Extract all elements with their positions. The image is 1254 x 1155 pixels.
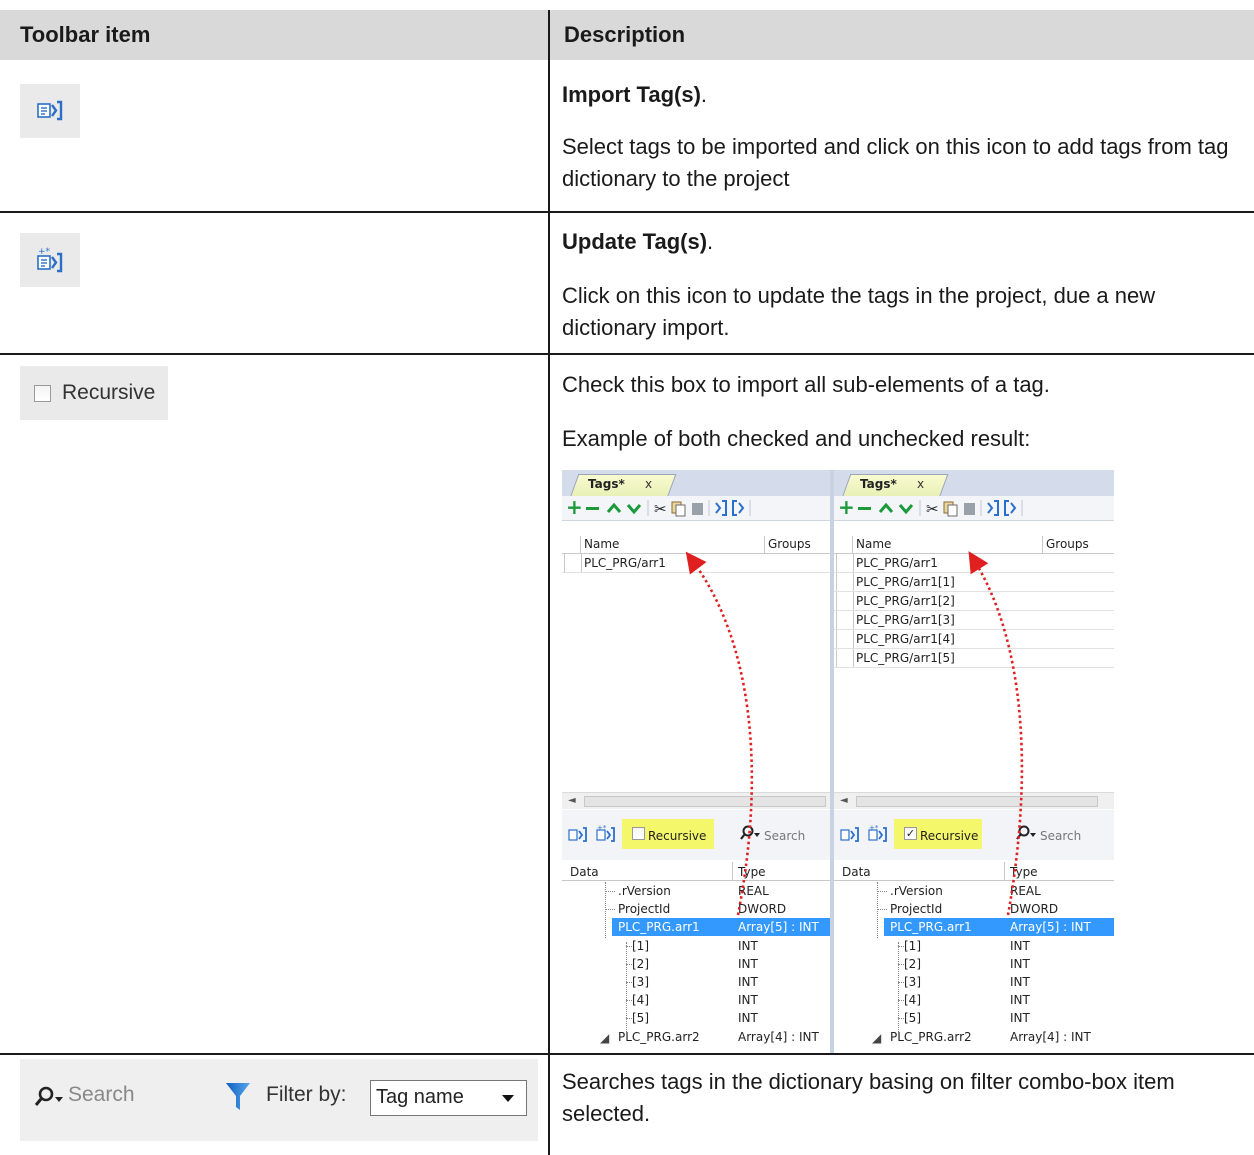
update-description: Click on this icon to update the tags in…: [562, 283, 1156, 340]
recursive-example-screenshot: Tags* x + ✂ Name Groups PLC_PRG/arr1 ◄ +* Recursi…: [562, 470, 1114, 1053]
import-description: Select tags to be imported and click on …: [562, 134, 1229, 191]
header-toolbar-item-label: Toolbar item: [20, 22, 151, 47]
recursive-checkbox-control[interactable]: Recursive: [20, 366, 168, 420]
update-title-line: Update Tag(s).: [562, 226, 1252, 258]
header-description-label: Description: [564, 22, 686, 47]
toolbar-reference-table: Toolbar item Description Import Tag(s). …: [0, 0, 1254, 1155]
filter-combo-box[interactable]: Tag name: [370, 1080, 527, 1116]
example-pane-unchecked: Tags* x + ✂ Name Groups PLC_PRG/arr1 ◄ +* Recursi…: [562, 470, 830, 1053]
import-title: Import Tag(s): [562, 82, 701, 107]
import-tags-icon: [37, 100, 63, 121]
example-pane-checked: Tags* x + ✂ Name Groups PLC_PRG/arr1 PLC_PRG/ar…: [834, 470, 1114, 1053]
column-divider: [548, 10, 550, 1155]
update-title-suffix: .: [707, 229, 714, 254]
filter-combo-value: Tag name: [376, 1086, 464, 1108]
update-tags-button[interactable]: +*: [20, 233, 80, 287]
row-divider: [0, 1053, 1254, 1055]
row-divider: [0, 353, 1254, 355]
checkbox-icon[interactable]: [34, 385, 51, 402]
header-toolbar-item: Toolbar item: [0, 10, 548, 60]
search-filter-bar: Search Filter by: Tag name: [20, 1059, 538, 1141]
import-title-line: Import Tag(s).: [562, 79, 1252, 111]
recursive-label: Recursive: [62, 381, 156, 404]
import-title-suffix: .: [700, 82, 708, 107]
header-description: Description: [548, 10, 1254, 60]
update-title: Update Tag(s): [562, 229, 708, 254]
search-icon[interactable]: [34, 1086, 66, 1108]
recursive-example-caption: Example of both checked and unchecked re…: [562, 426, 1031, 451]
import-tags-button[interactable]: [20, 84, 80, 138]
funnel-icon: [226, 1083, 250, 1110]
recursive-description: Check this box to import all sub-element…: [562, 372, 1050, 397]
search-input[interactable]: Search: [68, 1083, 135, 1107]
row-divider: [0, 211, 1254, 213]
filter-label: Filter by:: [266, 1083, 347, 1106]
dropdown-arrow-icon[interactable]: [502, 1095, 514, 1102]
search-description: Searches tags in the dictionary basing o…: [562, 1069, 1175, 1126]
update-tags-icon: +*: [37, 247, 63, 273]
